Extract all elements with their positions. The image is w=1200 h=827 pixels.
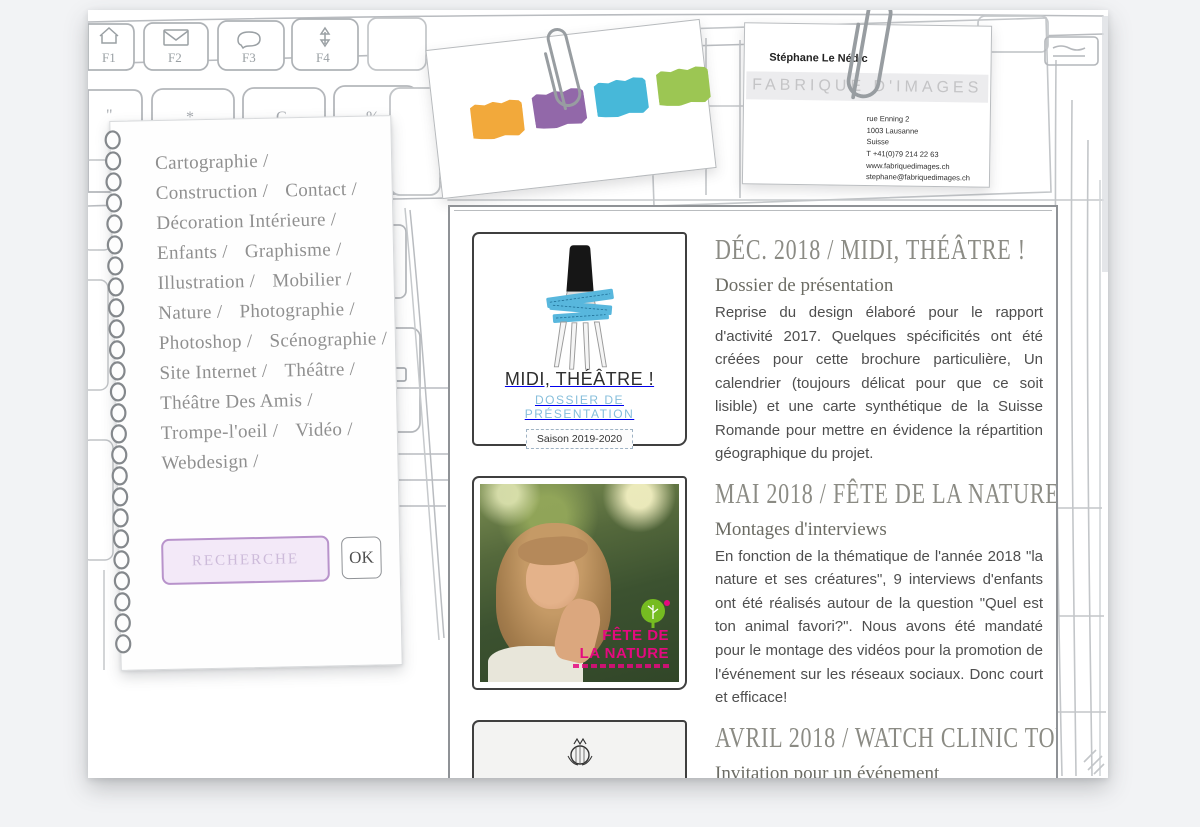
sidebar-item-graphisme[interactable]: Graphisme / <box>245 235 342 267</box>
sidebar-item-trompe-loeil[interactable]: Trompe-l'oeil / <box>161 417 279 449</box>
thumb-subtitle: DOSSIER DE PRÉSENTATION <box>480 393 679 421</box>
logo-strip-purple <box>530 86 589 132</box>
logo-strip-blue <box>592 75 650 120</box>
sidebar-item-site-internet[interactable]: Site Internet / <box>159 357 268 389</box>
sidebar-item-mobilier[interactable]: Mobilier / <box>272 265 352 297</box>
sidebar-item-nature[interactable]: Nature / <box>158 298 223 329</box>
search-ok-button[interactable]: OK <box>341 536 382 579</box>
website-page: F1 F2 F3 F4 " * Ç % G <box>88 10 1108 778</box>
fork-illustration <box>525 242 635 370</box>
sidebar-item-decoration-interieure[interactable]: Décoration Intérieure / <box>156 205 337 239</box>
article-watch-clinic: TOURBILLON BOUTIQUE AVRIL 2018 / WATCH C… <box>472 720 1043 778</box>
sidebar-item-theatre-des-amis[interactable]: Théâtre Des Amis / <box>160 386 313 419</box>
fabrique-logo <box>468 71 713 135</box>
sidebar-item-enfants[interactable]: Enfants / <box>157 238 228 269</box>
article-thumbnail-fete-nature[interactable]: FÊTE DE LA NATURE <box>472 476 687 690</box>
article-title-link[interactable]: AVRIL 2018 / WATCH CLINIC TOURBILLON <box>715 722 1043 755</box>
article-body: Reprise du design élaboré pour le rappor… <box>715 301 1043 466</box>
article-subtitle: Invitation pour un événement <box>715 763 1043 778</box>
girl-photo: FÊTE DE LA NATURE <box>480 484 679 682</box>
key-label-f2: F2 <box>168 50 182 65</box>
thumb-title: MIDI, THÉÂTRE ! <box>480 369 679 390</box>
sidebar-item-webdesign[interactable]: Webdesign / <box>161 447 259 479</box>
sidebar-item-contact[interactable]: Contact / <box>285 175 357 206</box>
sidebar-notepad: Cartographie / Construction / Contact / … <box>109 115 402 671</box>
address-line: rue Enning 2 <box>867 113 971 126</box>
key-label-f1: F1 <box>102 50 116 65</box>
fete-logo-tagline <box>573 664 669 668</box>
article-subtitle: Dossier de présentation <box>715 275 1043 297</box>
sidebar-item-video[interactable]: Vidéo / <box>295 415 353 446</box>
logo-strip-orange <box>469 98 527 142</box>
search-input[interactable] <box>161 536 330 586</box>
sidebar-item-scenographie[interactable]: Scénographie / <box>269 324 387 356</box>
sidebar-item-theatre[interactable]: Théâtre / <box>284 355 355 386</box>
sidebar-item-photographie[interactable]: Photographie / <box>239 295 355 327</box>
business-card-address: rue Enning 2 1003 Lausanne Suisse T +41(… <box>866 113 971 184</box>
category-menu: Cartographie / Construction / Contact / … <box>155 144 408 479</box>
fete-de-la-nature-logo: FÊTE DE LA NATURE <box>573 627 669 668</box>
article-midi-theatre: MIDI, THÉÂTRE ! DOSSIER DE PRÉSENTATION … <box>472 232 1043 466</box>
sidebar-item-construction[interactable]: Construction / <box>155 177 268 209</box>
company-name: FABRIQUE D'IMAGES <box>752 76 982 97</box>
article-subtitle: Montages d'interviews <box>715 519 1043 541</box>
business-card-name: Stéphane Le Nédic <box>745 51 893 65</box>
sidebar-item-photoshop[interactable]: Photoshop / <box>159 327 253 359</box>
logo-strip-green <box>655 64 713 108</box>
article-body: En fonction de la thématique de l'année … <box>715 545 1043 710</box>
address-line: T +41(0)79 214 22 63 <box>866 148 970 161</box>
business-card: Stéphane Le Nédic FABRIQUE D'IMAGES rue … <box>742 22 992 187</box>
article-title-link[interactable]: DÉC. 2018 / MIDI, THÉÂTRE ! <box>715 234 1043 267</box>
article-thumbnail-midi-theatre[interactable]: MIDI, THÉÂTRE ! DOSSIER DE PRÉSENTATION … <box>472 232 687 446</box>
article-thumbnail-tourbillon[interactable]: TOURBILLON BOUTIQUE <box>472 720 687 778</box>
sidebar-item-illustration[interactable]: Illustration / <box>157 267 255 299</box>
logo-card <box>425 19 716 199</box>
desktop-background: { "window": { "outer_bg": "#f2f3f5" }, "… <box>0 0 1200 827</box>
key-label-f4: F4 <box>316 50 330 65</box>
tree-icon <box>637 597 671 631</box>
address-line: stephane@fabriquedimages.ch <box>866 171 970 184</box>
article-title-link[interactable]: MAI 2018 / FÊTE DE LA NATURE 2018 <box>715 478 1043 511</box>
main-content-sheet: MIDI, THÉÂTRE ! DOSSIER DE PRÉSENTATION … <box>448 205 1058 778</box>
sidebar-item-cartographie[interactable]: Cartographie / <box>155 147 269 179</box>
business-card-banner: FABRIQUE D'IMAGES <box>746 71 988 102</box>
article-fete-nature: FÊTE DE LA NATURE MAI 2018 / FÊTE DE LA … <box>472 476 1043 710</box>
tourbillon-brand: TOURBILLON <box>480 777 679 778</box>
fete-logo-line2: LA NATURE <box>573 645 669 662</box>
key-label-f3: F3 <box>242 50 256 65</box>
season-badge: Saison 2019-2020 <box>526 429 633 449</box>
tourbillon-crest-icon <box>560 736 600 770</box>
